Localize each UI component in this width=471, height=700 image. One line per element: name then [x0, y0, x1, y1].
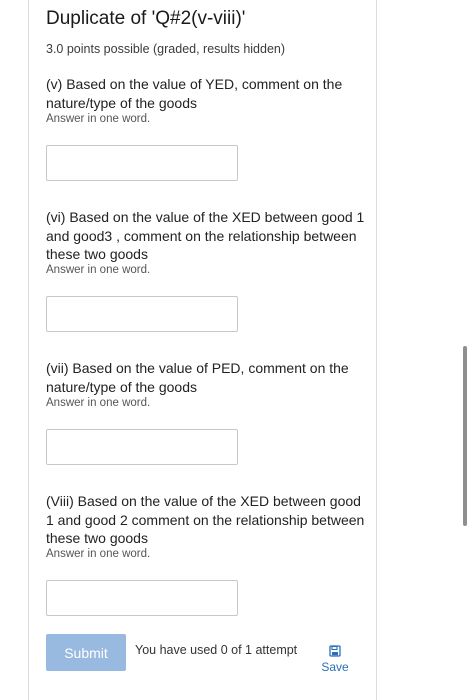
- submit-button[interactable]: Submit: [46, 634, 126, 671]
- question-vii-text: (vii) Based on the value of PED, comment…: [46, 360, 349, 395]
- question-viii-hint: Answer in one word.: [46, 548, 151, 560]
- answer-input-viii[interactable]: [46, 580, 238, 616]
- points-possible: 3.0 points possible (graded, results hid…: [46, 42, 286, 56]
- answer-input-vi[interactable]: [46, 296, 238, 332]
- attempts-status: You have used 0 of 1 attempt: [135, 643, 298, 657]
- question-viii-text: (Viii) Based on the value of the XED bet…: [46, 493, 365, 546]
- question-vii-hint: Answer in one word.: [46, 397, 151, 409]
- scrollbar[interactable]: [463, 346, 467, 526]
- question-v-text: (v) Based on the value of YED, comment o…: [46, 76, 343, 111]
- answer-input-vii[interactable]: [46, 429, 238, 465]
- answer-input-v[interactable]: [46, 145, 238, 181]
- save-icon: [329, 645, 341, 657]
- problem-title: Duplicate of 'Q#2(v-viii)': [46, 8, 246, 29]
- question-v-hint: Answer in one word.: [46, 113, 151, 125]
- question-vi-hint: Answer in one word.: [46, 264, 151, 276]
- save-button[interactable]: Save: [320, 645, 350, 674]
- save-label: Save: [321, 660, 349, 674]
- question-vi-text: (vi) Based on the value of the XED betwe…: [46, 209, 365, 262]
- page: Duplicate of 'Q#2(v-viii)' 3.0 points po…: [0, 0, 471, 700]
- problem-card: Duplicate of 'Q#2(v-viii)' 3.0 points po…: [28, 0, 377, 700]
